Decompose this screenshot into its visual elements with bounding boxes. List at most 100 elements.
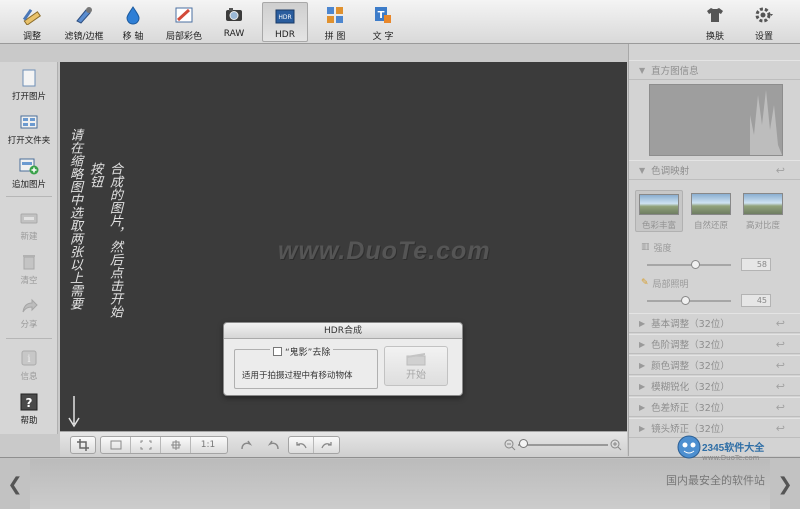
- ghost-removal-checkbox[interactable]: “鬼影”去除: [270, 345, 334, 358]
- settings-button[interactable]: 设置: [746, 2, 782, 42]
- histogram-graph: [750, 90, 782, 155]
- thumbnail-area[interactable]: [30, 459, 770, 509]
- section-levels[interactable]: ▶ 色阶调整（32位） ↩: [629, 334, 800, 354]
- section-color[interactable]: ▶ 颜色调整（32位） ↩: [629, 355, 800, 375]
- checkbox-icon[interactable]: [273, 347, 282, 356]
- tool-raw-label: RAW: [223, 29, 245, 39]
- crop-button[interactable]: [71, 437, 95, 453]
- start-button[interactable]: 开始: [384, 346, 448, 386]
- compare-button[interactable]: [161, 437, 191, 453]
- local-light-value[interactable]: 45: [741, 294, 771, 307]
- clear-button[interactable]: 清空: [0, 252, 58, 286]
- svg-text:T: T: [378, 10, 385, 21]
- tool-raw[interactable]: RAW: [216, 2, 252, 42]
- tool-filter-frame-label: 滤镜/边框: [64, 32, 104, 42]
- redo-button[interactable]: [314, 437, 339, 453]
- rotate-left-button[interactable]: [232, 436, 260, 454]
- section-basic[interactable]: ▶ 基本调整（32位） ↩: [629, 313, 800, 333]
- svg-text:HDR: HDR: [278, 14, 291, 21]
- fullscreen-button[interactable]: [131, 437, 161, 453]
- reset-arrow-icon[interactable]: ↩: [776, 380, 785, 393]
- intensity-icon: ▥: [641, 242, 650, 252]
- share-button[interactable]: 分享: [0, 296, 58, 330]
- hdr-icon: HDR: [274, 5, 296, 27]
- zoom-slider-track[interactable]: [518, 444, 608, 446]
- view-group: 1:1: [100, 436, 228, 454]
- tone-mapping-header[interactable]: ▼ 色调映射 ↩: [629, 160, 800, 180]
- help-button[interactable]: ? 帮助: [0, 392, 58, 426]
- append-image-button[interactable]: 追加图片: [0, 156, 58, 190]
- info-button[interactable]: i 信息: [0, 348, 58, 382]
- trash-icon: [18, 252, 40, 272]
- open-image-icon: [18, 68, 40, 88]
- hint-column-2: 合成的图片，然后点击开始按钮: [87, 162, 122, 318]
- logo-text: 2345软件大全: [702, 443, 765, 454]
- ghost-removal-label: “鬼影”去除: [285, 348, 331, 358]
- preset-high-contrast[interactable]: 高对比度: [739, 190, 787, 232]
- local-light-label: 局部照明: [652, 279, 689, 290]
- open-image-button[interactable]: 打开图片: [0, 68, 58, 102]
- tool-collage[interactable]: 拼 图: [318, 2, 352, 42]
- chevron-down-icon: ▼: [639, 65, 646, 75]
- tool-collage-label: 拼 图: [324, 32, 346, 42]
- section-chromatic[interactable]: ▶ 色差矫正（32位） ↩: [629, 397, 800, 417]
- slider-knob[interactable]: [691, 260, 700, 269]
- history-group: [288, 436, 340, 454]
- fit-button[interactable]: [101, 437, 131, 453]
- zoom-slider-knob[interactable]: [519, 439, 528, 448]
- zoom-in-icon[interactable]: [610, 439, 622, 451]
- intensity-slider[interactable]: [647, 260, 731, 269]
- left-sidebar: 打开图片 打开文件夹 追加图片 新建 清空 分享 i 信息 ? 帮助: [0, 62, 58, 434]
- reset-arrow-icon[interactable]: ↩: [776, 164, 785, 177]
- preset-vivid[interactable]: 色彩丰富: [635, 190, 683, 232]
- rotate-right-button[interactable]: [260, 436, 288, 454]
- crop-group: [70, 436, 96, 454]
- intensity-value[interactable]: 58: [741, 258, 771, 271]
- slider-knob[interactable]: [681, 296, 690, 305]
- preset-natural[interactable]: 自然还原: [687, 190, 735, 232]
- tool-text[interactable]: T 文 字: [366, 2, 400, 42]
- open-folder-button[interactable]: 打开文件夹: [0, 112, 58, 146]
- skin-button[interactable]: 换肤: [698, 2, 732, 42]
- open-folder-icon: [18, 112, 40, 132]
- crop-icon: [77, 439, 89, 451]
- strip-prev-button[interactable]: ❮: [4, 468, 26, 500]
- tool-local-color-label: 局部彩色: [165, 32, 202, 42]
- local-light-slider[interactable]: [647, 296, 731, 305]
- preset-natural-label: 自然还原: [693, 221, 728, 231]
- compare-icon: [170, 440, 181, 450]
- watermark-text: www.DuoTe.com: [278, 237, 491, 265]
- rotate-group: [232, 436, 288, 454]
- reset-arrow-icon[interactable]: ↩: [776, 401, 785, 414]
- share-label: 分享: [20, 320, 38, 330]
- tool-hdr-label: HDR: [275, 30, 295, 40]
- reset-arrow-icon[interactable]: ↩: [776, 359, 785, 372]
- reset-arrow-icon[interactable]: ↩: [776, 317, 785, 330]
- handwritten-hint: 请在缩略图中选取两张以上需要 合成的图片，然后点击开始按钮: [64, 128, 122, 428]
- tool-local-color[interactable]: 局部彩色: [160, 2, 208, 42]
- histogram-header[interactable]: ▼ 直方图信息: [629, 60, 800, 80]
- actual-size-button[interactable]: 1:1: [191, 437, 225, 453]
- undo-button[interactable]: [289, 437, 314, 453]
- chevron-right-icon: ▶: [639, 381, 646, 391]
- local-light-row: ✎ 局部照明: [641, 276, 793, 290]
- tool-adjust[interactable]: 调整: [14, 2, 50, 42]
- section-chromatic-label: 色差矫正（32位）: [651, 403, 730, 414]
- tool-hdr[interactable]: HDR HDR: [262, 2, 308, 42]
- section-blur-sharpen[interactable]: ▶ 模糊锐化（32位） ↩: [629, 376, 800, 396]
- fullscreen-icon: [140, 440, 151, 450]
- canvas-toolbar: 1:1: [60, 431, 627, 457]
- chevron-down-icon: ▼: [639, 165, 646, 175]
- new-button[interactable]: 新建: [0, 208, 58, 242]
- chevron-right-icon: ▶: [639, 360, 646, 370]
- undo-icon: [296, 442, 307, 449]
- tool-tilt-shift[interactable]: 移 轴: [116, 2, 150, 42]
- zoom-control: [504, 438, 622, 452]
- rotate-left-icon: [241, 440, 253, 450]
- preset-thumbnail: [691, 193, 731, 215]
- reset-arrow-icon[interactable]: ↩: [776, 338, 785, 351]
- zoom-out-icon[interactable]: [504, 439, 516, 451]
- hdr-dialog-title: HDR合成: [224, 323, 462, 339]
- tool-filter-frame[interactable]: 滤镜/边框: [60, 2, 108, 42]
- append-image-icon: [18, 156, 40, 176]
